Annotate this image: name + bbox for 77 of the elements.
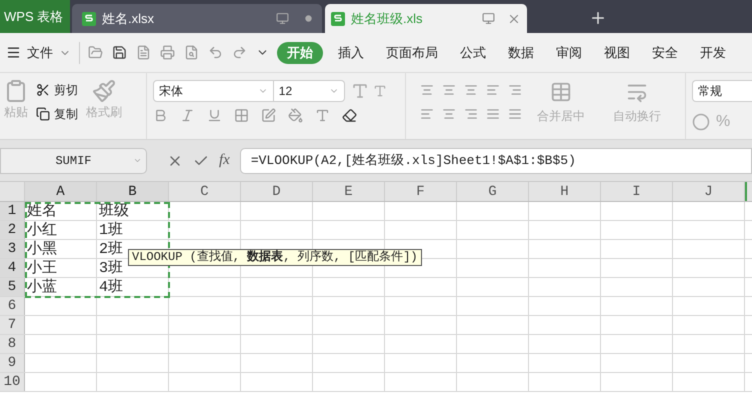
ribbon-tab[interactable]: 页面布局	[375, 42, 449, 64]
function-button[interactable]: fx	[219, 149, 230, 172]
table-cell: 小蓝	[25, 278, 97, 296]
dropdown-icon	[133, 156, 142, 165]
align-right-icon[interactable]	[464, 107, 478, 121]
menu-icon	[6, 45, 21, 60]
formula-field[interactable]: =VLOOKUP(A2,[姓名班级.xls]Sheet1!$A$1:$B$5)	[240, 148, 752, 174]
row-header[interactable]: 3	[0, 240, 25, 258]
cell-style-icon[interactable]	[260, 108, 276, 123]
column-header[interactable]: I	[601, 182, 673, 201]
spreadsheet-icon	[331, 12, 345, 26]
table-cell: 班级	[97, 202, 169, 220]
ribbon-tab[interactable]: 插入	[327, 42, 375, 64]
ribbon-tab[interactable]: 视图	[593, 42, 641, 64]
app-tab[interactable]: WPS 表格	[0, 0, 70, 33]
row-header[interactable]: 10	[0, 373, 25, 391]
column-header[interactable]: C	[169, 182, 241, 201]
ribbon-tab[interactable]: 安全	[641, 42, 689, 64]
row-header[interactable]: 1	[0, 202, 25, 220]
align-left-icon[interactable]	[420, 107, 434, 121]
eraser-icon[interactable]	[342, 108, 357, 123]
undo-icon[interactable]	[208, 45, 223, 60]
spreadsheet-icon	[82, 12, 96, 26]
column-header[interactable]: F	[385, 182, 457, 201]
printer-icon[interactable]	[160, 45, 175, 60]
file-menu[interactable]: 文件	[6, 42, 71, 62]
ribbon-tab[interactable]: 开发	[689, 42, 737, 64]
column-header[interactable]: H	[529, 182, 601, 201]
number-format-field[interactable]: 常规	[692, 80, 752, 102]
ribbon-tab[interactable]: 审阅	[545, 42, 593, 64]
column-header[interactable]: G	[457, 182, 529, 201]
function-tooltip: VLOOKUP (查找值, 数据表, 列序数, [匹配条件])	[128, 249, 422, 266]
border-icon[interactable]	[234, 108, 249, 123]
redo-icon[interactable]	[232, 45, 247, 60]
name-box[interactable]: SUMIF	[0, 148, 147, 174]
copy-button[interactable]: 复制	[36, 105, 78, 123]
row-header[interactable]: 9	[0, 354, 25, 372]
ribbon-tab[interactable]: 数据	[497, 42, 545, 64]
table-cell: 小黑	[25, 240, 97, 258]
table-cell: 1班	[97, 221, 169, 239]
table-cell: 小红	[25, 221, 97, 239]
row-header[interactable]: 5	[0, 278, 25, 296]
monitor-icon[interactable]	[276, 12, 289, 25]
table-cell: 4班	[97, 278, 169, 296]
underline-icon[interactable]	[206, 108, 222, 123]
row-header[interactable]: 8	[0, 335, 25, 353]
save-icon[interactable]	[112, 45, 127, 60]
open-folder-icon[interactable]	[88, 45, 103, 60]
column-header[interactable]: B	[97, 182, 169, 201]
paintbrush-icon	[92, 79, 116, 103]
fill-color-icon[interactable]	[288, 108, 303, 123]
merge-cells-icon	[550, 81, 572, 103]
copy-icon	[36, 107, 50, 121]
clipboard-icon	[4, 79, 28, 103]
unsaved-dot-icon	[305, 15, 312, 22]
justify-icon[interactable]	[486, 107, 500, 121]
new-tab-icon[interactable]	[589, 9, 607, 27]
font-name-field[interactable]: 宋体	[152, 80, 274, 102]
italic-icon[interactable]	[180, 108, 195, 123]
column-header[interactable]: J	[673, 182, 745, 201]
document-tab[interactable]: 姓名.xlsx	[72, 4, 322, 33]
table-cell: 小王	[25, 259, 97, 277]
table-cell: 姓名	[25, 202, 97, 220]
row-header[interactable]: 2	[0, 221, 25, 239]
column-header[interactable]: A	[25, 182, 97, 201]
row-header[interactable]: 7	[0, 316, 25, 334]
column-header[interactable]: E	[313, 182, 385, 201]
scissors-icon	[36, 83, 50, 97]
column-header[interactable]: D	[241, 182, 313, 201]
row-header[interactable]: 6	[0, 297, 25, 315]
preview-icon[interactable]	[184, 45, 199, 60]
row-header[interactable]: 4	[0, 259, 25, 277]
monitor-icon[interactable]	[482, 12, 495, 25]
font-size-field[interactable]: 12	[274, 80, 345, 102]
ribbon-tab[interactable]: 公式	[449, 42, 497, 64]
cut-button[interactable]: 剪切	[36, 81, 78, 99]
align-center-icon[interactable]	[442, 107, 456, 121]
